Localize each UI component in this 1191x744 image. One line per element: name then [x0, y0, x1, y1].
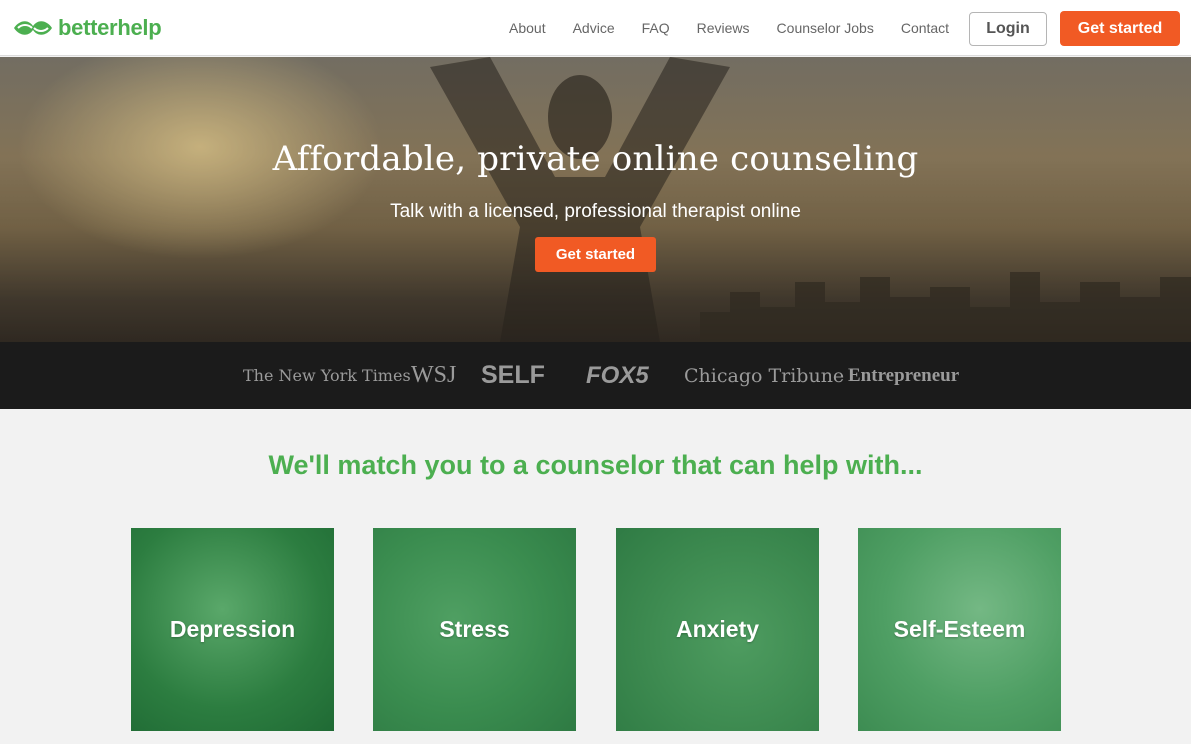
- main-nav: About Advice FAQ Reviews Counselor Jobs …: [509, 0, 976, 56]
- press-bar: The New York Times WSJ SELF FOX5 Chicago…: [0, 342, 1191, 409]
- hero-banner: Affordable, private online counseling Ta…: [0, 57, 1191, 342]
- match-heading: We'll match you to a counselor that can …: [268, 450, 923, 480]
- topic-label: Self-Esteem: [893, 616, 1026, 642]
- press-logo-chicago-tribune: Chicago Tribune: [684, 364, 845, 387]
- topic-tile-depression[interactable]: Depression: [131, 528, 334, 731]
- hero-get-started-button[interactable]: Get started: [535, 237, 656, 272]
- site-header: betterhelp About Advice FAQ Reviews Coun…: [0, 0, 1191, 56]
- login-button[interactable]: Login: [969, 12, 1047, 46]
- press-logo-wsj: WSJ: [411, 362, 457, 388]
- topic-label: Depression: [169, 616, 296, 642]
- topic-label: Anxiety: [675, 616, 760, 642]
- press-logo-entrepreneur: Entrepreneur: [848, 364, 960, 386]
- brand-name-part2: help: [117, 15, 162, 40]
- brand-name-part1: better: [58, 15, 118, 40]
- topic-tile-self-esteem[interactable]: Self-Esteem: [858, 528, 1061, 731]
- nav-faq[interactable]: FAQ: [642, 20, 670, 36]
- nav-counselor-jobs[interactable]: Counselor Jobs: [777, 20, 874, 36]
- press-logo-self: SELF: [481, 361, 545, 389]
- hero-overlay: [0, 57, 1191, 342]
- hero-title: Affordable, private online counseling: [272, 139, 919, 179]
- nav-about[interactable]: About: [509, 20, 546, 36]
- leaf-logo-icon: [14, 21, 52, 35]
- hero-subtitle: Talk with a licensed, professional thera…: [390, 201, 801, 222]
- topic-tile-anxiety[interactable]: Anxiety: [616, 528, 819, 731]
- nav-advice[interactable]: Advice: [573, 20, 615, 36]
- header-get-started-button[interactable]: Get started: [1060, 11, 1180, 46]
- press-logo-fox5: FOX5: [586, 361, 649, 389]
- topic-label: Stress: [439, 616, 510, 642]
- press-logo-nyt: The New York Times: [243, 366, 411, 385]
- topic-tile-stress[interactable]: Stress: [373, 528, 576, 731]
- brand-logo[interactable]: betterhelp: [12, 14, 162, 42]
- brand-name: betterhelp: [58, 15, 162, 41]
- nav-contact[interactable]: Contact: [901, 20, 949, 36]
- nav-reviews[interactable]: Reviews: [697, 20, 750, 36]
